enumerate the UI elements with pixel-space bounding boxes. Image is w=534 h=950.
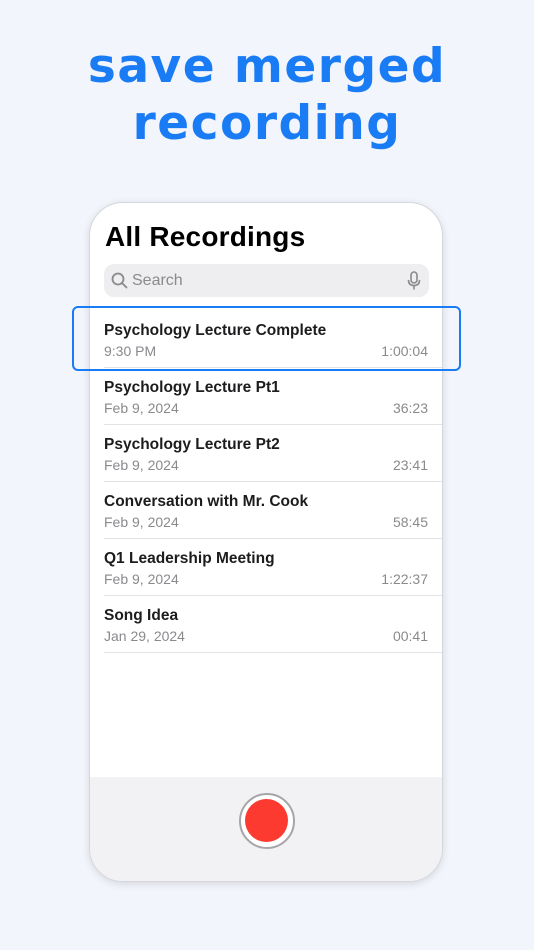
recording-date: Feb 9, 2024: [104, 457, 179, 473]
microphone-icon[interactable]: [407, 271, 421, 291]
phone-frame: All Recordings Psychology Lecture Comple…: [89, 202, 443, 882]
recording-duration: 36:23: [392, 400, 428, 416]
bottom-toolbar: [90, 777, 442, 881]
highlight-box: [72, 306, 461, 371]
recording-row[interactable]: Psychology Lecture Pt2 Feb 9, 2024 23:41: [90, 425, 442, 482]
record-button[interactable]: [239, 793, 295, 849]
recording-title: Conversation with Mr. Cook: [104, 493, 309, 510]
search-input[interactable]: [132, 264, 392, 297]
recording-row[interactable]: Q1 Leadership Meeting Feb 9, 2024 1:22:3…: [90, 539, 442, 596]
recording-duration: 1:22:37: [381, 571, 428, 587]
headline-line-2: recording: [132, 96, 402, 151]
search-icon: [111, 272, 128, 289]
recording-title: Song Idea: [104, 607, 179, 624]
recording-title: Q1 Leadership Meeting: [104, 550, 275, 567]
recording-title: Psychology Lecture Pt2: [104, 436, 280, 453]
recording-date: Feb 9, 2024: [104, 400, 179, 416]
headline: save merged recording: [0, 38, 534, 152]
page-title: All Recordings: [105, 221, 306, 252]
recording-date: Jan 29, 2024: [104, 628, 185, 644]
recording-date: Feb 9, 2024: [104, 571, 179, 587]
recording-row[interactable]: Psychology Lecture Pt1 Feb 9, 2024 36:23: [90, 368, 442, 425]
recording-duration: 58:45: [392, 514, 428, 530]
recording-title: Psychology Lecture Pt1: [104, 379, 280, 396]
recording-duration: 23:41: [392, 457, 428, 473]
search-bar[interactable]: [104, 264, 429, 297]
recording-duration: 00:41: [392, 628, 428, 644]
recording-row[interactable]: Song Idea Jan 29, 2024 00:41: [90, 596, 442, 653]
recording-row[interactable]: Conversation with Mr. Cook Feb 9, 2024 5…: [90, 482, 442, 539]
recording-date: Feb 9, 2024: [104, 514, 179, 530]
record-icon: [245, 799, 288, 842]
headline-line-1: save merged: [87, 39, 447, 94]
